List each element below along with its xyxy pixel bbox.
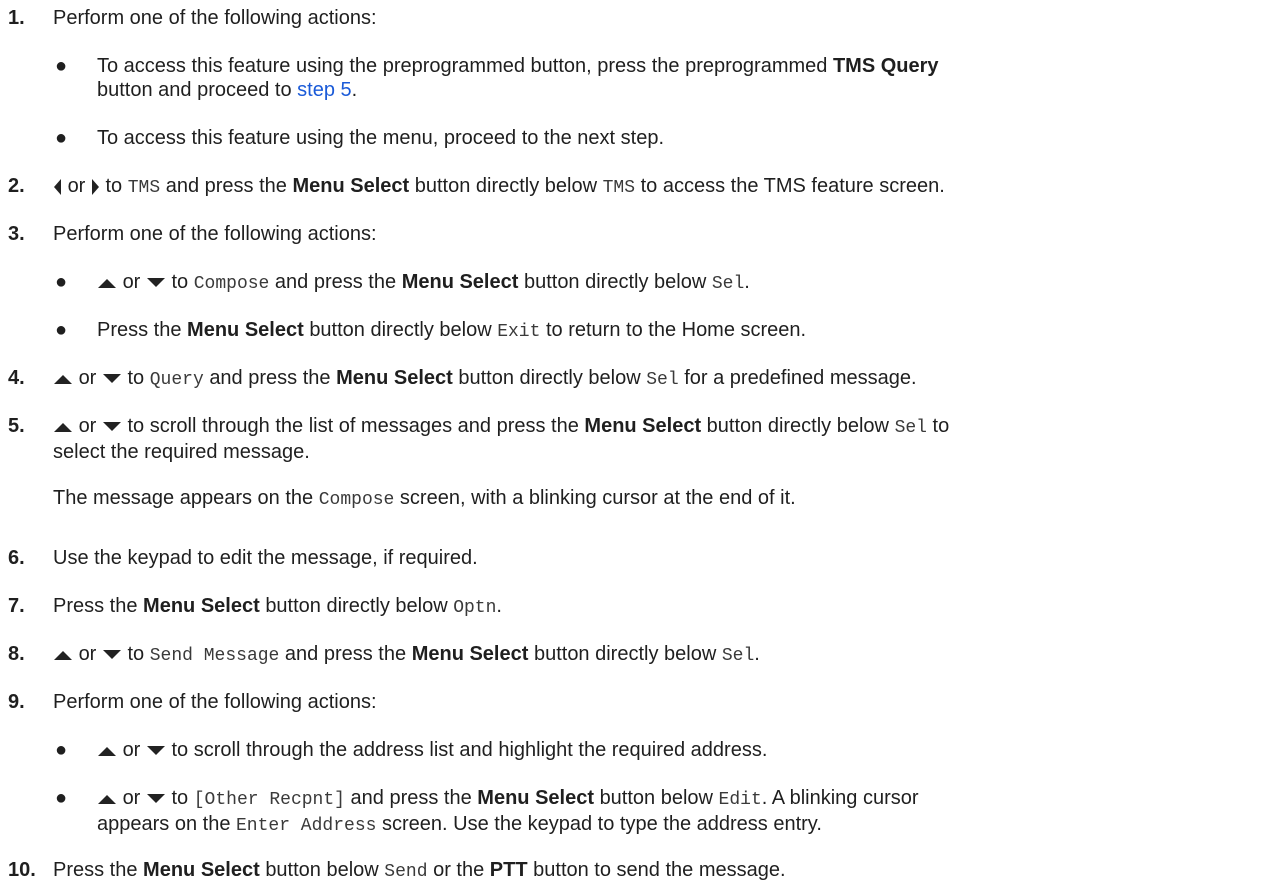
step-text: Perform one of the following actions: <box>53 7 377 29</box>
down-arrow-icon <box>102 421 121 431</box>
step-9-bullet-1: ● or to scroll through the address list … <box>51 738 1258 762</box>
step-5-link[interactable]: step 5 <box>297 79 351 101</box>
up-arrow-icon <box>54 422 72 432</box>
step-number: 6. <box>8 547 25 569</box>
bullet-icon: ● <box>54 55 68 77</box>
step-7: 7. Press the Menu Select button directly… <box>8 595 502 618</box>
step-3: 3. Perform one of the following actions: <box>8 223 377 245</box>
step-number: 7. <box>8 595 25 617</box>
step-number: 2. <box>8 175 25 197</box>
up-arrow-icon <box>54 374 72 384</box>
step-number: 10. <box>8 859 36 881</box>
step-number: 5. <box>8 415 25 437</box>
up-arrow-icon <box>54 650 72 660</box>
down-arrow-icon <box>102 373 121 383</box>
step-9: 9. Perform one of the following actions: <box>8 691 377 713</box>
step-5-note: The message appears on the Compose scree… <box>53 487 796 510</box>
step-number: 1. <box>8 7 25 29</box>
up-arrow-icon <box>98 278 116 288</box>
up-arrow-icon <box>98 746 116 756</box>
step-number: 8. <box>8 643 25 665</box>
bullet-icon: ● <box>54 127 68 149</box>
down-arrow-icon <box>146 793 165 803</box>
step-8: 8. or to Send Message and press the Menu… <box>8 643 760 666</box>
bullet-icon: ● <box>54 739 68 761</box>
document-page: 1. Perform one of the following actions:… <box>0 0 1272 892</box>
left-arrow-icon <box>54 178 61 195</box>
step-1-bullet-1: ● To access this feature using the prepr… <box>51 54 1258 102</box>
step-5: 5. or to scroll through the list of mess… <box>8 415 950 463</box>
down-arrow-icon <box>146 745 165 755</box>
up-arrow-icon <box>98 794 116 804</box>
step-2: 2. or to TMS and press the Menu Select b… <box>8 175 945 198</box>
step-3-bullet-1: ● or to Compose and press the Menu Selec… <box>51 270 1258 296</box>
step-number: 3. <box>8 223 25 245</box>
step-number: 4. <box>8 367 25 389</box>
down-arrow-icon <box>102 649 121 659</box>
bullet-icon: ● <box>54 271 68 293</box>
right-arrow-icon <box>91 178 99 195</box>
step-number: 9. <box>8 691 25 713</box>
step-6: 6. Use the keypad to edit the message, i… <box>8 547 478 569</box>
step-3-bullet-2: ● Press the Menu Select button directly … <box>51 318 1258 344</box>
tms-query-label: TMS Query <box>832 55 939 77</box>
down-arrow-icon <box>146 277 165 287</box>
step-10: 10. Press the Menu Select button below S… <box>8 859 786 882</box>
step-9-bullet-2: ● or to [Other Recpnt] and press the Men… <box>51 786 1258 838</box>
bullet-icon: ● <box>54 319 68 341</box>
step-1-bullet-2: ● To access this feature using the menu,… <box>51 126 1258 150</box>
step-1: 1. Perform one of the following actions: <box>8 6 1260 30</box>
step-4: 4. or to Query and press the Menu Select… <box>8 367 917 390</box>
bullet-icon: ● <box>54 787 68 809</box>
